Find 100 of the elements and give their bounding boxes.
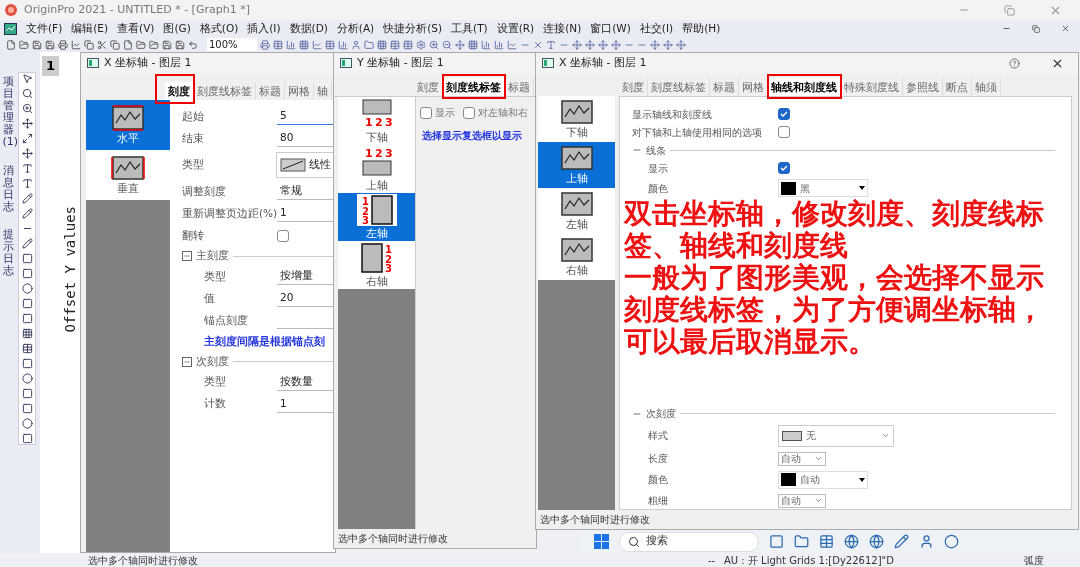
tool-icon[interactable] [21, 118, 33, 129]
taskbar-app-icon[interactable] [769, 534, 784, 549]
tool-icon[interactable] [21, 358, 33, 369]
tool-icon[interactable] [21, 73, 33, 84]
taskbar-app-icon[interactable] [869, 534, 884, 549]
collapse-icon[interactable] [182, 251, 192, 261]
menu-item[interactable]: 查看(V) [117, 20, 155, 37]
tool-icon[interactable] [21, 313, 33, 324]
tool-icon[interactable] [21, 343, 33, 354]
tool-icon[interactable] [21, 283, 33, 294]
toolbar-icon[interactable] [429, 39, 439, 50]
toolbar-icon[interactable] [260, 39, 270, 50]
toolbar-icon[interactable] [58, 39, 68, 50]
checkbox[interactable] [778, 108, 790, 120]
menu-item[interactable]: 数据(D) [289, 20, 328, 37]
checkbox[interactable] [277, 229, 289, 242]
taskbar-app-icon[interactable] [819, 534, 834, 549]
axis-list-item[interactable]: 上轴 [538, 142, 615, 188]
dropdown-select[interactable]: 自动 [778, 451, 826, 466]
toolbar-icon[interactable] [377, 39, 387, 50]
toolbar-icon[interactable] [188, 39, 198, 50]
windows-logo-icon[interactable] [594, 534, 609, 549]
taskbar-app-icon[interactable] [844, 534, 859, 549]
toolbar-icon[interactable] [468, 39, 478, 50]
dialog-tab[interactable]: 轴 [314, 82, 332, 100]
help-icon[interactable] [1009, 57, 1020, 69]
toolbar-icon[interactable] [611, 39, 621, 50]
dropdown-select[interactable]: 自动 [778, 493, 826, 508]
tool-icon[interactable] [21, 298, 33, 309]
tool-icon[interactable] [21, 328, 33, 339]
tool-icon[interactable] [21, 178, 33, 189]
toolbar-icon[interactable] [162, 39, 172, 50]
tool-icon[interactable] [21, 403, 33, 414]
style-select[interactable]: 无 [778, 424, 894, 447]
taskbar-app-icon[interactable] [894, 534, 909, 549]
toolbar-icon[interactable] [32, 39, 42, 50]
toolbar-icon[interactable] [351, 39, 361, 50]
toolbar-icon[interactable] [84, 39, 94, 50]
menu-item[interactable]: 插入(I) [247, 20, 281, 37]
toolbar-icon[interactable] [45, 39, 55, 50]
side-panel-tab[interactable]: 消息日志 [2, 164, 14, 213]
menu-item[interactable]: 社交(I) [639, 20, 674, 37]
toolbar-icon[interactable] [299, 39, 309, 50]
menu-item[interactable]: 格式(O) [199, 20, 239, 37]
tool-icon[interactable] [21, 238, 33, 249]
toolbar-icon[interactable] [364, 39, 374, 50]
axis-list-item[interactable]: 下轴 [538, 96, 615, 142]
dialog-tab[interactable]: 断点 [943, 78, 972, 96]
restore-icon[interactable] [1032, 24, 1040, 33]
toolbar-icon[interactable] [286, 39, 296, 50]
toolbar-icon[interactable] [403, 39, 413, 50]
toolbar-icon[interactable] [325, 39, 335, 50]
tool-icon[interactable] [21, 373, 33, 384]
toolbar-icon[interactable] [136, 39, 146, 50]
taskbar-search-field[interactable]: 搜索 [619, 531, 759, 552]
checkbox[interactable] [463, 106, 475, 119]
menu-item[interactable]: 快捷分析(S) [383, 20, 443, 37]
taskbar-app-icon[interactable] [794, 534, 809, 549]
toolbar-icon[interactable] [676, 39, 686, 50]
toolbar-icon[interactable] [71, 39, 81, 50]
menu-item[interactable]: 连接(N) [543, 20, 582, 37]
tool-icon[interactable] [21, 388, 33, 399]
toolbar-icon[interactable] [97, 39, 107, 50]
zoom-field[interactable]: 100% [207, 38, 257, 51]
layer-tab[interactable]: 1 [42, 56, 60, 76]
tool-icon[interactable] [21, 268, 33, 279]
dialog-tab[interactable]: 刻度线标签 [443, 78, 505, 96]
menu-item[interactable]: 帮助(H) [682, 20, 721, 37]
toolbar-icon[interactable] [442, 39, 452, 50]
axis-list-item[interactable]: 左轴 [538, 188, 615, 234]
checkbox[interactable] [778, 126, 790, 138]
dialog-tab[interactable]: 刻度 [619, 78, 648, 96]
menu-item[interactable]: 设置(R) [496, 20, 535, 37]
toolbar-icon[interactable] [455, 39, 465, 50]
axis-list-item[interactable]: 水平 [86, 100, 170, 150]
toolbar-icon[interactable] [572, 39, 582, 50]
dialog-tab[interactable]: 标题 [505, 78, 534, 96]
menu-item[interactable]: 分析(A) [336, 20, 375, 37]
menu-item[interactable]: 工具(T) [451, 20, 488, 37]
dialog-tab[interactable]: 标题 [710, 78, 739, 96]
toolbar-icon[interactable] [19, 39, 29, 50]
menu-item[interactable]: 文件(F) [26, 20, 63, 37]
close-icon[interactable] [1061, 24, 1070, 33]
toolbar-icon[interactable] [149, 39, 159, 50]
toolbar-icon[interactable] [663, 39, 673, 50]
color-select[interactable]: 自动 [778, 470, 868, 489]
tool-icon[interactable] [21, 103, 33, 114]
axis-list-item[interactable]: 1 2 3 右轴 [338, 241, 415, 289]
toolbar-icon[interactable] [110, 39, 120, 50]
checkbox[interactable] [420, 106, 432, 119]
tool-icon[interactable] [21, 208, 33, 219]
toolbar-icon[interactable] [175, 39, 185, 50]
tool-icon[interactable] [21, 253, 33, 264]
menu-item[interactable]: 窗口(W) [590, 20, 631, 37]
toolbar-icon[interactable] [650, 39, 660, 50]
dialog-tab[interactable]: 刻度 [165, 82, 194, 100]
menu-item[interactable]: 编辑(E) [71, 20, 109, 37]
toolbar-icon[interactable] [533, 39, 543, 50]
scale-type-select[interactable]: 线性 [276, 152, 335, 178]
toolbar-icon[interactable] [598, 39, 608, 50]
